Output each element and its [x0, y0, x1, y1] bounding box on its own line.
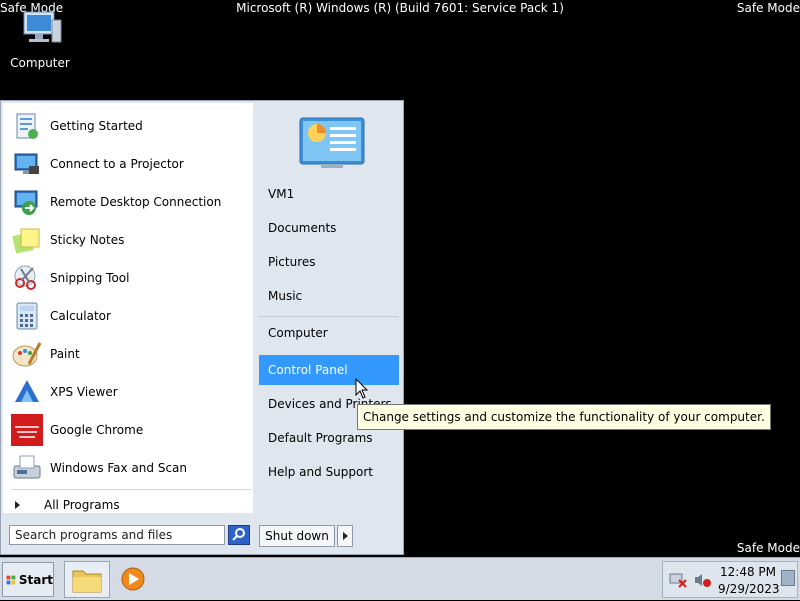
program-label: Connect to a Projector: [50, 157, 184, 171]
taskbar-media-player-button[interactable]: [116, 561, 150, 598]
start-menu: Getting Started Connect to a Projector R…: [0, 100, 404, 555]
sticky-notes-icon: [12, 228, 40, 254]
shutdown-button[interactable]: Shut down: [259, 525, 335, 547]
getting-started-icon: [16, 113, 38, 139]
paint-icon: [12, 342, 42, 367]
projector-icon: [14, 153, 39, 174]
desktop-computer-label: Computer: [10, 56, 70, 70]
chrome-icon: [11, 414, 43, 446]
folder-icon: [72, 570, 102, 593]
search-button[interactable]: [228, 525, 250, 545]
tooltip: Change settings and customize the functi…: [357, 404, 771, 430]
shutdown-options-button[interactable]: [337, 525, 353, 547]
program-label: Getting Started: [50, 119, 143, 133]
safe-mode-label-top-right: Safe Mode: [736, 1, 800, 15]
program-fax-scan[interactable]: Windows Fax and Scan: [11, 451, 247, 485]
start-button[interactable]: Start: [2, 562, 54, 597]
program-paint[interactable]: Paint: [11, 337, 247, 371]
network-disconnected-icon[interactable]: [669, 572, 687, 588]
right-item-computer[interactable]: Computer: [259, 318, 399, 348]
volume-muted-icon[interactable]: [693, 572, 711, 588]
mouse-cursor-icon: [355, 378, 369, 399]
all-programs-label: All Programs: [44, 498, 120, 512]
xps-viewer-icon: [15, 380, 39, 402]
program-google-chrome[interactable]: Google Chrome: [11, 413, 247, 447]
fax-scan-icon: [13, 455, 41, 479]
right-item-documents[interactable]: Documents: [259, 213, 399, 243]
taskbar-explorer-button[interactable]: [64, 561, 110, 598]
right-pane: VM1 Documents Pictures Music Computer Co…: [255, 103, 403, 518]
program-label: Sticky Notes: [50, 233, 125, 247]
media-player-icon: [121, 567, 145, 591]
program-snipping-tool[interactable]: Snipping Tool: [11, 261, 247, 295]
show-desktop-button[interactable]: [781, 570, 795, 586]
right-item-vm1[interactable]: VM1: [259, 179, 399, 209]
divider: [11, 489, 251, 490]
right-item-music[interactable]: Music: [259, 281, 399, 311]
program-label: Paint: [50, 347, 80, 361]
program-xps-viewer[interactable]: XPS Viewer: [11, 375, 247, 409]
control-panel-picture-icon: [299, 117, 365, 168]
build-banner: Microsoft (R) Windows (R) (Build 7601: S…: [236, 1, 564, 15]
divider: [259, 316, 399, 317]
right-item-help-support[interactable]: Help and Support: [259, 457, 399, 487]
program-label: Remote Desktop Connection: [50, 195, 222, 209]
calculator-icon: [16, 302, 38, 330]
remote-desktop-icon: [14, 190, 38, 215]
arrow-right-icon: [343, 532, 348, 540]
program-label: Windows Fax and Scan: [50, 461, 188, 475]
safe-mode-label-bottom-right: Safe Mode: [736, 541, 800, 555]
desktop-computer-icon[interactable]: Computer: [8, 10, 72, 70]
clock-date[interactable]: 9/29/2023: [718, 582, 780, 596]
arrow-right-icon: [15, 501, 20, 509]
search-icon: [232, 528, 245, 541]
program-remote-desktop[interactable]: Remote Desktop Connection: [11, 185, 247, 219]
all-programs-button[interactable]: All Programs: [11, 495, 120, 515]
right-item-control-panel[interactable]: Control Panel: [259, 355, 399, 385]
program-list: Getting Started Connect to a Projector R…: [3, 103, 253, 513]
program-connect-projector[interactable]: Connect to a Projector: [11, 147, 247, 181]
snipping-tool-icon: [14, 265, 36, 290]
program-label: Calculator: [50, 309, 111, 323]
start-label: Start: [18, 572, 53, 587]
taskbar: Start 12:48 PM 9/29/2023: [0, 557, 800, 600]
right-item-pictures[interactable]: Pictures: [259, 247, 399, 277]
windows-logo-icon: [6, 575, 16, 584]
search-input[interactable]: Search programs and files: [9, 525, 225, 545]
program-label: Snipping Tool: [50, 271, 130, 285]
system-tray: 12:48 PM 9/29/2023: [662, 561, 798, 598]
program-label: Google Chrome: [50, 423, 144, 437]
program-calculator[interactable]: Calculator: [11, 299, 247, 333]
program-sticky-notes[interactable]: Sticky Notes: [11, 223, 247, 257]
program-label: XPS Viewer: [50, 385, 118, 399]
program-getting-started[interactable]: Getting Started: [11, 109, 247, 143]
clock-time[interactable]: 12:48 PM: [718, 565, 778, 579]
computer-icon: [23, 11, 62, 43]
